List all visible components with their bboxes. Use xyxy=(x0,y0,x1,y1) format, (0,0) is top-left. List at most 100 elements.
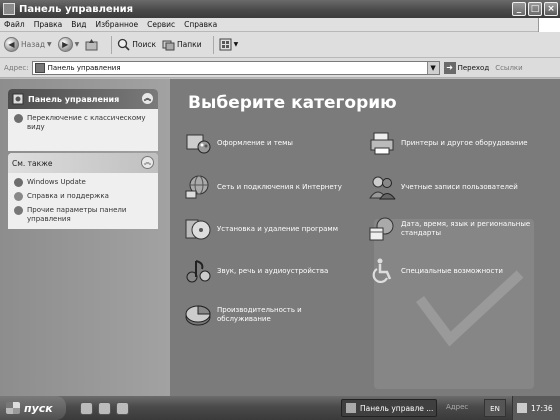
category-network-label: Сеть и подключения к Интернету xyxy=(217,182,342,191)
help-support-link[interactable]: Справка и поддержка xyxy=(14,192,152,201)
start-label: пуск xyxy=(24,401,53,415)
control-panel-small-icon xyxy=(34,62,45,73)
links-label[interactable]: Ссылки xyxy=(495,64,523,72)
switch-classic-view-text: Переключение с классическому виду xyxy=(27,114,146,131)
media-player-icon[interactable] xyxy=(116,401,129,415)
category-accessibility[interactable]: Специальные возможности xyxy=(368,257,538,285)
control-panel-header[interactable]: Панель управления ︽ xyxy=(8,89,158,109)
category-printers[interactable]: Принтеры и другое оборудование xyxy=(368,129,538,157)
window-icon xyxy=(3,3,15,15)
go-arrow-icon: ➜ xyxy=(443,61,456,74)
views-dropdown-icon: ▼ xyxy=(233,41,239,48)
category-performance-label: Производительность и обслуживание xyxy=(217,306,302,323)
category-network[interactable]: Сеть и подключения к Интернету xyxy=(184,173,354,201)
quick-launch xyxy=(80,401,129,415)
folders-button[interactable]: Папки xyxy=(162,38,202,51)
category-user-accounts-label: Учетные записи пользователей xyxy=(401,182,518,191)
menu-edit[interactable]: Правка xyxy=(34,20,63,29)
category-appearance[interactable]: Оформление и темы xyxy=(184,129,354,157)
address-label: Адрес: xyxy=(4,63,29,72)
printer-icon xyxy=(370,132,394,155)
category-printers-label: Принтеры и другое оборудование xyxy=(401,138,528,147)
category-appearance-label: Оформление и темы xyxy=(217,138,293,147)
back-button[interactable]: ◀ Назад ▼ xyxy=(4,37,52,52)
search-icon xyxy=(118,38,130,51)
user-accounts-icon xyxy=(369,176,396,200)
search-button[interactable]: Поиск xyxy=(117,38,156,51)
see-also-box: См. также ︽ Windows Update Справка и под… xyxy=(8,153,158,229)
close-button[interactable]: × xyxy=(544,2,558,16)
language-indicator[interactable]: EN xyxy=(484,399,506,417)
minimize-button[interactable]: _ xyxy=(512,2,526,16)
forward-button[interactable]: ▶ ▼ xyxy=(57,37,80,52)
outlook-icon[interactable] xyxy=(98,401,111,415)
classic-view-icon xyxy=(14,114,23,123)
control-panel-task-icon xyxy=(346,403,356,413)
menu-bar: Файл Правка Вид Избранное Сервис Справка xyxy=(0,18,560,32)
views-icon xyxy=(219,38,232,51)
help-support-text: Справка и поддержка xyxy=(27,192,109,200)
up-button[interactable] xyxy=(85,38,100,51)
page-title: Выберите категорию xyxy=(188,93,397,113)
tray-icon[interactable] xyxy=(517,403,527,413)
switch-classic-view-link[interactable]: Переключение с классическому виду xyxy=(14,114,152,132)
control-panel-box: Панель управления ︽ Переключение с класс… xyxy=(8,89,158,151)
title-bar: Панель управления _ □ × xyxy=(0,0,560,18)
address-dropdown-icon[interactable]: ▼ xyxy=(426,61,439,74)
windows-update-icon xyxy=(14,178,23,187)
start-button[interactable]: пуск xyxy=(0,396,66,420)
sound-note-icon xyxy=(186,260,211,283)
search-label: Поиск xyxy=(132,40,157,49)
other-options-link[interactable]: Прочие параметры панели управления xyxy=(14,206,152,224)
toolbar: ◀ Назад ▼ ▶ ▼ Поиск Папки ▼ xyxy=(0,32,560,58)
windows-update-text: Windows Update xyxy=(27,178,86,186)
category-date-time-label: Дата, время, язык и региональные стандар… xyxy=(401,220,531,237)
category-date-time-language[interactable]: Дата, время, язык и региональные стандар… xyxy=(368,215,538,243)
taskbar-address-label[interactable]: Адрес xyxy=(446,403,468,411)
back-dropdown-icon[interactable]: ▼ xyxy=(47,41,52,48)
category-sound[interactable]: Звук, речь и аудиоустройства xyxy=(184,257,354,285)
address-input[interactable]: Панель управления ▼ xyxy=(31,60,440,75)
forward-dropdown-icon[interactable]: ▼ xyxy=(75,41,80,48)
address-value: Панель управления xyxy=(47,63,121,72)
control-panel-icon xyxy=(12,93,24,105)
category-add-remove-label: Установка и удаление программ xyxy=(217,224,338,233)
menu-help[interactable]: Справка xyxy=(184,20,217,29)
other-options-icon xyxy=(14,206,23,215)
menu-file[interactable]: Файл xyxy=(4,20,25,29)
category-user-accounts[interactable]: Учетные записи пользователей xyxy=(368,173,538,201)
collapse-chevron-icon[interactable]: ︽ xyxy=(141,156,154,169)
ie-icon[interactable] xyxy=(80,401,93,415)
category-accessibility-label: Специальные возможности xyxy=(401,266,503,275)
forward-arrow-icon: ▶ xyxy=(57,37,73,52)
category-performance[interactable]: Производительность и обслуживание xyxy=(184,301,354,329)
see-also-header[interactable]: См. также ︽ xyxy=(8,153,158,173)
clock[interactable]: 17:36 xyxy=(531,404,553,413)
windows-flag-icon xyxy=(538,18,560,32)
folder-up-icon xyxy=(85,39,98,51)
menu-tools[interactable]: Сервис xyxy=(147,20,175,29)
folders-label: Папки xyxy=(177,40,202,49)
task-pane: Панель управления ︽ Переключение с класс… xyxy=(0,79,170,396)
help-icon xyxy=(14,192,23,201)
taskbar: пуск Панель управле ... Адрес EN 17:36 xyxy=(0,396,560,420)
go-label: Переход xyxy=(457,63,490,72)
appearance-themes-icon xyxy=(186,134,211,154)
go-button[interactable]: ➜ Переход xyxy=(443,61,490,74)
cd-box-icon xyxy=(185,219,211,240)
collapse-chevron-icon[interactable]: ︽ xyxy=(141,92,154,105)
back-label: Назад xyxy=(21,40,46,49)
control-panel-title: Панель управления xyxy=(28,94,120,104)
accessibility-wheelchair-icon xyxy=(372,258,392,283)
maximize-button[interactable]: □ xyxy=(528,2,542,16)
menu-favorites[interactable]: Избранное xyxy=(96,20,139,29)
category-sound-label: Звук, речь и аудиоустройства xyxy=(217,266,329,275)
taskbar-window-control-panel[interactable]: Панель управле ... xyxy=(341,399,437,417)
other-options-text: Прочие параметры панели управления xyxy=(27,206,127,223)
windows-update-link[interactable]: Windows Update xyxy=(14,178,152,187)
category-add-remove-programs[interactable]: Установка и удаление программ xyxy=(184,215,354,243)
performance-pie-icon xyxy=(185,305,211,326)
views-button[interactable]: ▼ xyxy=(219,38,239,51)
menu-view[interactable]: Вид xyxy=(71,20,86,29)
system-tray: 17:36 xyxy=(512,396,560,420)
